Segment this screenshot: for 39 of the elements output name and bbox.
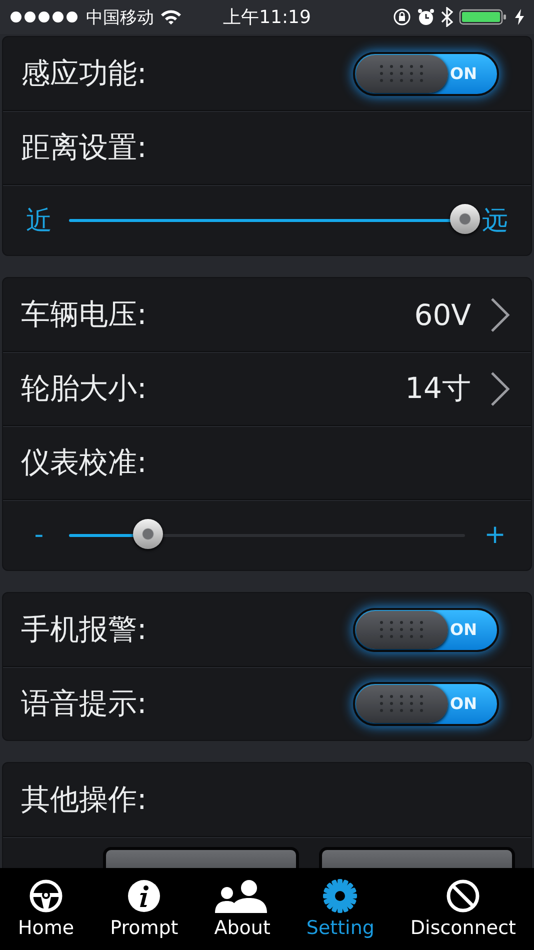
setting-label: 车辆电压: <box>21 296 147 332</box>
tab-item[interactable]: Prompt <box>110 879 178 939</box>
bluetooth-icon <box>441 7 453 27</box>
info-icon <box>127 879 162 913</box>
prohibited-icon <box>446 879 480 913</box>
setting-label: 其他操作: <box>21 780 147 818</box>
alarm-icon <box>417 8 435 26</box>
setting-label: 手机报警: <box>21 610 147 648</box>
battery-icon <box>459 8 509 26</box>
people-icon <box>215 879 270 913</box>
slider-min-label: 近 <box>25 204 53 238</box>
slider-max-label: + <box>483 520 507 550</box>
action-button[interactable] <box>319 847 515 868</box>
steering-wheel-icon <box>29 879 64 913</box>
gear-icon <box>323 879 358 913</box>
setting-label: 感应功能: <box>21 54 147 92</box>
tab-item[interactable]: Home <box>18 879 74 939</box>
setting-label: 距离设置: <box>21 128 147 166</box>
setting-value: 60V <box>414 298 471 332</box>
tab-item[interactable]: About <box>214 879 270 939</box>
tab-item[interactable]: Disconnect <box>410 879 516 939</box>
rotation-lock-icon <box>393 8 411 26</box>
chevron-right-icon[interactable] <box>489 296 511 332</box>
tab-item[interactable]: Setting <box>306 879 374 939</box>
slider-max-label: 远 <box>481 204 509 238</box>
setting-label: 仪表校准: <box>21 444 147 480</box>
signal-icon <box>10 11 80 23</box>
setting-label: 轮胎大小: <box>21 370 147 406</box>
carrier-name: 中国移动 <box>86 6 154 28</box>
charging-icon <box>515 9 524 25</box>
wifi-icon <box>160 9 182 25</box>
setting-value: 14寸 <box>405 370 471 406</box>
slider-thumb[interactable] <box>450 204 480 234</box>
chevron-right-icon[interactable] <box>489 370 511 406</box>
action-button[interactable] <box>103 847 299 868</box>
slider-min-label: - <box>33 520 45 550</box>
slider-thumb[interactable] <box>133 518 164 548</box>
setting-label: 语音提示: <box>21 684 147 722</box>
status-time: 上午11:19 <box>223 6 311 29</box>
